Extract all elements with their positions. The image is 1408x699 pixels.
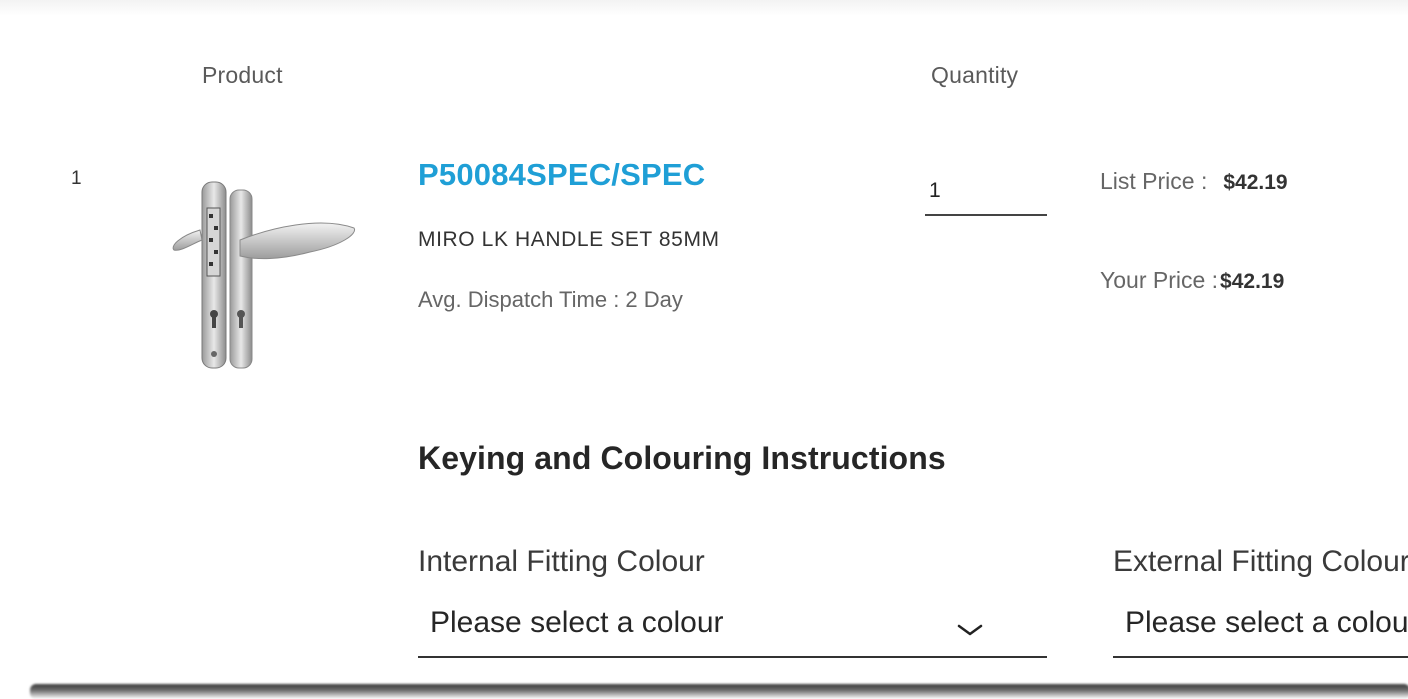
internal-colour-select[interactable]: Please select a colour xyxy=(418,600,1047,658)
dispatch-time-value: 2 Day xyxy=(625,287,683,312)
product-image[interactable] xyxy=(140,168,366,378)
list-price: List Price : $42.19 xyxy=(1100,168,1288,195)
external-colour-label: External Fitting Colour xyxy=(1113,545,1408,578)
dispatch-time: Avg. Dispatch Time :2 Day xyxy=(418,287,683,313)
quantity-input[interactable] xyxy=(925,168,1047,216)
cart-page: Product Quantity 1 P50084SPEC/SPEC MIRO … xyxy=(0,0,1408,699)
internal-colour-label: Internal Fitting Colour xyxy=(418,545,705,578)
list-price-label: List Price : xyxy=(1100,168,1208,194)
quantity-column-header: Quantity xyxy=(931,62,1019,88)
keying-section-title: Keying and Colouring Instructions xyxy=(418,440,946,476)
product-column-header: Product xyxy=(202,62,283,88)
product-sku-link[interactable]: P50084SPEC/SPEC xyxy=(418,157,705,193)
external-colour-select[interactable]: Please select a colour xyxy=(1113,600,1408,658)
your-price-label: Your Price : xyxy=(1100,267,1219,293)
internal-colour-value: Please select a colour xyxy=(430,606,724,639)
product-name: MIRO LK HANDLE SET 85MM xyxy=(418,228,720,251)
dispatch-time-label: Avg. Dispatch Time : xyxy=(418,287,620,312)
list-price-value: $42.19 xyxy=(1223,171,1288,194)
row-number: 1 xyxy=(71,168,82,189)
card-bottom-shadow xyxy=(30,684,1408,699)
your-price: Your Price :$42.19 xyxy=(1100,267,1284,294)
top-band xyxy=(0,0,1408,16)
chevron-down-icon xyxy=(957,624,983,636)
your-price-value: $42.19 xyxy=(1220,270,1285,293)
external-colour-value: Please select a colour xyxy=(1125,606,1408,639)
